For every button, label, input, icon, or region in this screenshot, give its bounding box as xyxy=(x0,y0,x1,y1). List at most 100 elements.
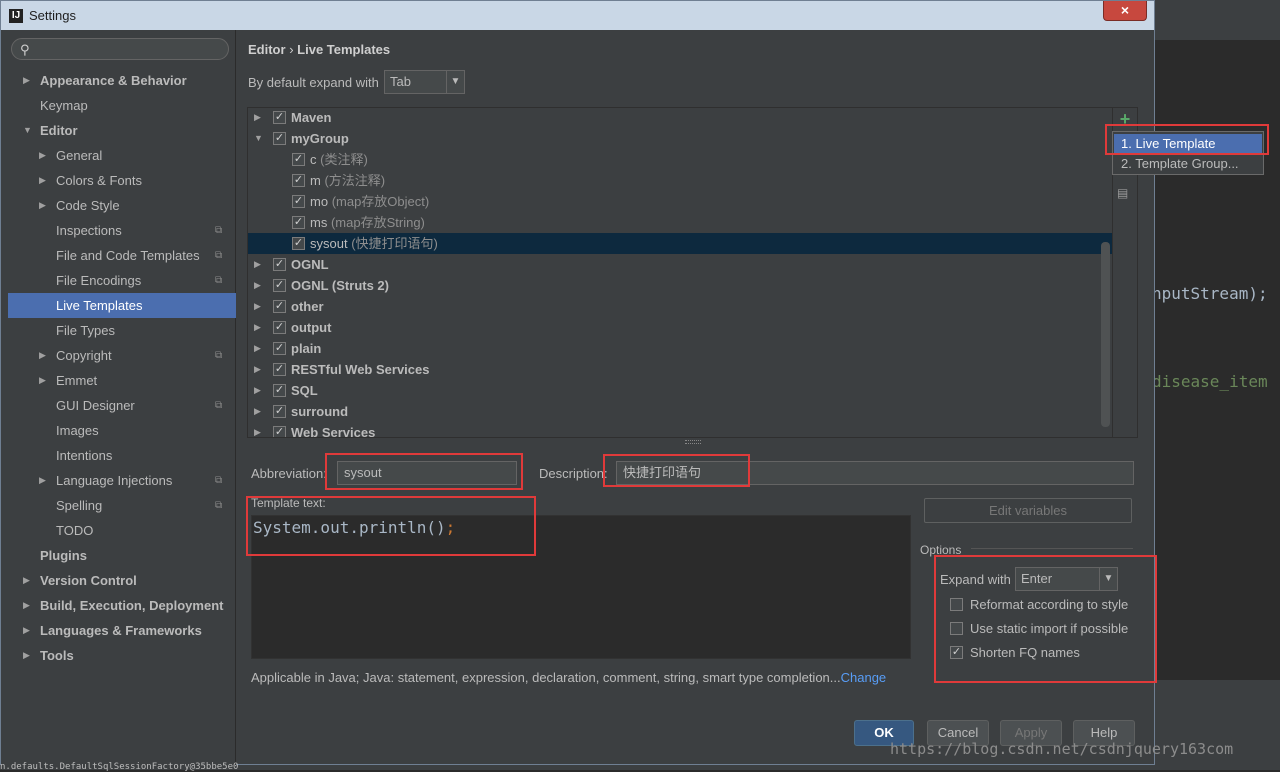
template-group-row[interactable]: ▶ ✓ OGNL (Struts 2) xyxy=(248,275,1112,296)
sidebar-item[interactable]: ▶ Build, Execution, Deployment xyxy=(8,593,236,618)
sidebar-item[interactable]: File and Code Templates ⧉ xyxy=(8,243,236,268)
templates-tree[interactable]: ▶ ✓ Maven ▼ ✓ myGroup ✓ c (类注释) ✓ m (方法注释) ✓ mo (ma… xyxy=(247,107,1113,438)
chevron-right-icon[interactable]: ▶ xyxy=(39,343,46,368)
abbreviation-label: Abbreviation: xyxy=(251,466,327,481)
template-row[interactable]: ✓ m (方法注释) xyxy=(248,170,1112,191)
sidebar-item[interactable]: ▶ Language Injections ⧉ xyxy=(8,468,236,493)
sidebar-item[interactable]: File Encodings ⧉ xyxy=(8,268,236,293)
sidebar-item[interactable]: Images xyxy=(8,418,236,443)
template-checkbox[interactable]: ✓ xyxy=(273,132,286,145)
template-row[interactable]: ✓ c (类注释) xyxy=(248,149,1112,170)
sidebar-item[interactable]: ▶ General xyxy=(8,143,236,168)
sidebar-item[interactable]: ▶ Colors & Fonts xyxy=(8,168,236,193)
chevron-right-icon[interactable]: ▶ xyxy=(254,359,261,380)
template-row[interactable]: ✓ ms (map存放String) xyxy=(248,212,1112,233)
sidebar-item[interactable]: Intentions xyxy=(8,443,236,468)
window-titlebar[interactable]: IJ Settings × xyxy=(0,0,1155,30)
chevron-down-icon[interactable]: ▼ xyxy=(23,118,32,143)
template-checkbox[interactable]: ✓ xyxy=(292,237,305,250)
edit-variables-button[interactable]: Edit variables xyxy=(924,498,1132,523)
template-group-row[interactable]: ▶ ✓ OGNL xyxy=(248,254,1112,275)
sidebar-item[interactable]: GUI Designer ⧉ xyxy=(8,393,236,418)
template-checkbox[interactable]: ✓ xyxy=(273,321,286,334)
sidebar-item-label: Languages & Frameworks xyxy=(40,623,202,638)
template-checkbox[interactable]: ✓ xyxy=(292,174,305,187)
sidebar-item[interactable]: ▶ Languages & Frameworks xyxy=(8,618,236,643)
template-group-row[interactable]: ▶ ✓ RESTful Web Services xyxy=(248,359,1112,380)
sidebar-item[interactable]: ▶ Version Control xyxy=(8,568,236,593)
sidebar-item[interactable]: Spelling ⧉ xyxy=(8,493,236,518)
close-button[interactable]: × xyxy=(1103,1,1147,21)
template-group-row[interactable]: ▶ ✓ plain xyxy=(248,338,1112,359)
chevron-down-icon: ▼ xyxy=(446,71,464,93)
chevron-right-icon[interactable]: ▶ xyxy=(23,68,30,93)
chevron-right-icon[interactable]: ▶ xyxy=(39,468,46,493)
sidebar-item-label: File Types xyxy=(56,323,116,338)
template-group-row[interactable]: ▶ ✓ output xyxy=(248,317,1112,338)
copy-icon[interactable]: ▤ xyxy=(1117,186,1131,200)
template-checkbox[interactable]: ✓ xyxy=(273,363,286,376)
sidebar-item-label: Plugins xyxy=(40,548,87,563)
sidebar-item[interactable]: ▶ Appearance & Behavior xyxy=(8,68,236,93)
sidebar-item[interactable]: ▶ Code Style xyxy=(8,193,236,218)
sidebar-item[interactable]: TODO xyxy=(8,518,236,543)
chevron-right-icon[interactable]: ▶ xyxy=(254,275,261,296)
sidebar-item[interactable]: File Types xyxy=(8,318,236,343)
template-checkbox[interactable]: ✓ xyxy=(273,111,286,124)
sidebar-item[interactable]: Inspections ⧉ xyxy=(8,218,236,243)
chevron-right-icon[interactable]: ▶ xyxy=(254,108,261,128)
template-checkbox[interactable]: ✓ xyxy=(273,300,286,313)
chevron-right-icon[interactable]: ▶ xyxy=(23,618,30,643)
chevron-right-icon[interactable]: ▶ xyxy=(39,368,46,393)
chevron-right-icon[interactable]: ▶ xyxy=(23,568,30,593)
chevron-right-icon[interactable]: ▶ xyxy=(254,401,261,422)
template-checkbox[interactable]: ✓ xyxy=(273,258,286,271)
template-group-row[interactable]: ▶ ✓ SQL xyxy=(248,380,1112,401)
template-group-row[interactable]: ▶ ✓ Web Services xyxy=(248,422,1112,437)
sidebar-item[interactable]: Plugins xyxy=(8,543,236,568)
template-row[interactable]: ✓ sysout (快捷打印语句) xyxy=(248,233,1112,254)
splitter-handle[interactable] xyxy=(685,440,701,444)
template-group-row[interactable]: ▶ ✓ other xyxy=(248,296,1112,317)
change-link[interactable]: Change xyxy=(841,670,887,685)
template-checkbox[interactable]: ✓ xyxy=(273,426,286,437)
chevron-right-icon[interactable]: ▶ xyxy=(39,168,46,193)
sidebar-item-label: File Encodings xyxy=(56,273,142,288)
sidebar-item[interactable]: Live Templates xyxy=(8,293,236,318)
search-input[interactable]: ⚲ xyxy=(11,38,229,60)
chevron-down-icon[interactable]: ▼ xyxy=(254,128,263,149)
chevron-right-icon[interactable]: ▶ xyxy=(254,317,261,338)
chevron-right-icon[interactable]: ▶ xyxy=(254,422,261,437)
template-group-row[interactable]: ▶ ✓ surround xyxy=(248,401,1112,422)
template-checkbox[interactable]: ✓ xyxy=(292,216,305,229)
tree-scrollbar[interactable] xyxy=(1101,242,1110,427)
chevron-right-icon[interactable]: ▶ xyxy=(254,380,261,401)
expand-default-select[interactable]: Tab ▼ xyxy=(384,70,465,94)
sidebar-item[interactable]: ▼ Editor xyxy=(8,118,236,143)
template-group-row[interactable]: ▶ ✓ Maven xyxy=(248,108,1112,128)
sidebar-item[interactable]: ▶ Emmet xyxy=(8,368,236,393)
menu-item-template-group[interactable]: 2. Template Group... xyxy=(1114,154,1262,174)
template-checkbox[interactable]: ✓ xyxy=(292,153,305,166)
template-checkbox[interactable]: ✓ xyxy=(273,405,286,418)
sidebar-item[interactable]: ▶ Copyright ⧉ xyxy=(8,343,236,368)
chevron-right-icon[interactable]: ▶ xyxy=(23,643,30,668)
chevron-right-icon[interactable]: ▶ xyxy=(39,193,46,218)
template-checkbox[interactable]: ✓ xyxy=(273,342,286,355)
template-name: m xyxy=(310,173,321,188)
template-checkbox[interactable]: ✓ xyxy=(273,279,286,292)
chevron-right-icon[interactable]: ▶ xyxy=(254,296,261,317)
description-label: Description: xyxy=(539,466,608,481)
chevron-right-icon[interactable]: ▶ xyxy=(254,254,261,275)
template-group-row[interactable]: ▼ ✓ myGroup xyxy=(248,128,1112,149)
template-description: (map存放Object) xyxy=(331,194,430,209)
template-row[interactable]: ✓ mo (map存放Object) xyxy=(248,191,1112,212)
template-checkbox[interactable]: ✓ xyxy=(292,195,305,208)
chevron-right-icon[interactable]: ▶ xyxy=(23,593,30,618)
chevron-right-icon[interactable]: ▶ xyxy=(254,338,261,359)
sidebar-item-label: Language Injections xyxy=(56,473,173,488)
chevron-right-icon[interactable]: ▶ xyxy=(39,143,46,168)
sidebar-item[interactable]: ▶ Tools xyxy=(8,643,236,668)
template-checkbox[interactable]: ✓ xyxy=(273,384,286,397)
sidebar-item[interactable]: Keymap xyxy=(8,93,236,118)
